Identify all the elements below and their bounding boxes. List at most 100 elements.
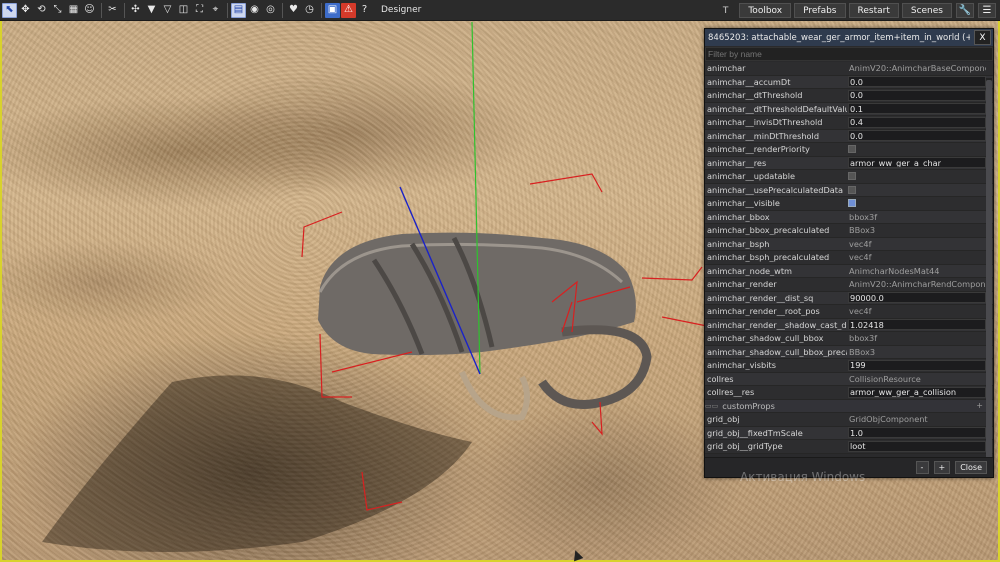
restart-button[interactable]: Restart: [848, 3, 899, 18]
entity-properties-panel: 8465203: attachable_wear_ger_armor_item+…: [704, 28, 994, 478]
clock-icon[interactable]: ◷: [302, 3, 317, 18]
frame-icon[interactable]: ⛶: [192, 3, 207, 18]
wrench-icon[interactable]: 🔧: [956, 3, 974, 18]
close-button[interactable]: Close: [955, 461, 987, 474]
property-row[interactable]: animchar__visible: [705, 197, 993, 211]
property-value-input[interactable]: loot: [848, 440, 986, 452]
toolbar-separator: [227, 2, 228, 18]
scrollbar-thumb[interactable]: [986, 80, 992, 470]
property-row[interactable]: animchar_shadow_cull_bbox_precalc BBox3: [705, 345, 993, 359]
property-row[interactable]: animchar__invisDtThreshold 0.4: [705, 116, 993, 130]
eye-alt-icon[interactable]: ◎: [263, 3, 278, 18]
warning-icon[interactable]: ⚠: [341, 2, 356, 18]
property-row[interactable]: animchar__accumDt 0.0: [705, 75, 993, 89]
property-row[interactable]: ▭▭ customProps +: [705, 399, 993, 413]
section-label: customProps: [722, 400, 775, 411]
property-value-input[interactable]: 1.02418: [848, 319, 986, 331]
property-row[interactable]: animchar_visbits 199: [705, 359, 993, 373]
grid-icon[interactable]: ▦: [66, 3, 81, 18]
section-toggle-icon[interactable]: ▭▭: [705, 402, 718, 410]
panel-scrollbar[interactable]: [986, 78, 992, 474]
property-row[interactable]: grid_obj__fixedTmScale 1.0: [705, 426, 993, 440]
add-prop-button[interactable]: +: [976, 401, 983, 410]
armor-strap: [538, 325, 652, 409]
property-value-input[interactable]: 0.0: [848, 130, 986, 142]
eye-icon[interactable]: ◉: [247, 3, 262, 18]
property-row[interactable]: animchar_render AnimV20::AnimcharRendComp…: [705, 278, 993, 292]
property-value: AnimV20::AnimcharBaseComponent: [849, 63, 986, 74]
property-value-input[interactable]: 0.0: [848, 76, 986, 88]
toolbar-separator: [101, 2, 102, 18]
property-row[interactable]: grid_obj__gridType loot: [705, 440, 993, 454]
armor-leather-strap: [459, 370, 530, 421]
property-row[interactable]: animchar_bbox bbox3f: [705, 210, 993, 224]
property-name: grid_obj__fixedTmScale: [707, 427, 803, 438]
help-icon[interactable]: ?: [357, 3, 372, 18]
property-row[interactable]: animchar_bsph vec4f: [705, 237, 993, 251]
property-row[interactable]: animchar_node_wtm AnimcharNodesMat44: [705, 264, 993, 278]
property-row[interactable]: animchar AnimV20::AnimcharBaseComponent: [705, 62, 993, 76]
property-list: animchar AnimV20::AnimcharBaseComponent an…: [705, 62, 993, 460]
property-name: animchar__invisDtThreshold: [707, 117, 823, 128]
menu-icon[interactable]: ☰: [978, 3, 996, 18]
toolbox-button[interactable]: Toolbox: [739, 3, 792, 18]
property-value-input[interactable]: 0.0: [848, 89, 986, 101]
property-row[interactable]: grid_obj GridObjComponent: [705, 413, 993, 427]
page-icon[interactable]: ▤: [231, 2, 246, 18]
target-icon[interactable]: ⌖: [208, 3, 223, 18]
rotate-icon[interactable]: ⟲: [34, 3, 49, 18]
property-row[interactable]: animchar__updatable: [705, 170, 993, 184]
property-checkbox[interactable]: [848, 185, 856, 194]
panel-title-bar[interactable]: 8465203: attachable_wear_ger_armor_item+…: [705, 29, 993, 46]
heart-icon[interactable]: ♥: [286, 3, 301, 18]
property-value-input[interactable]: 199: [848, 359, 986, 371]
snap-icon[interactable]: ✣: [128, 3, 143, 18]
property-row[interactable]: animchar__minDtThreshold 0.0: [705, 129, 993, 143]
scale-icon[interactable]: ⤡: [50, 3, 65, 18]
property-checkbox[interactable]: [848, 199, 856, 208]
property-value: BBox3: [849, 346, 876, 357]
property-value-input[interactable]: armor_ww_ger_a_collision: [848, 386, 986, 398]
property-value: bbox3f: [849, 211, 878, 222]
prefabs-button[interactable]: Prefabs: [794, 3, 846, 18]
triangle-icon[interactable]: ▼: [144, 3, 159, 18]
move-icon[interactable]: ✥: [18, 3, 33, 18]
add-button[interactable]: +: [933, 461, 951, 474]
columns-icon[interactable]: ◫: [176, 3, 191, 18]
close-panel-button[interactable]: X: [974, 30, 991, 45]
pointer-select-icon[interactable]: ⬉: [2, 2, 17, 18]
property-value: vec4f: [849, 306, 872, 317]
filter-input[interactable]: [705, 47, 993, 61]
windows-activation-watermark: Активация Windows: [740, 470, 866, 484]
property-row[interactable]: animchar_bsph_precalculated vec4f: [705, 251, 993, 265]
property-row[interactable]: animchar__dtThreshold 0.0: [705, 89, 993, 103]
property-row[interactable]: animchar__dtThresholdDefaultValue 0.1: [705, 102, 993, 116]
property-row[interactable]: animchar__renderPriority: [705, 143, 993, 157]
property-row[interactable]: animchar_render__shadow_cast_dist 1.02418: [705, 318, 993, 332]
property-row[interactable]: animchar_shadow_cull_bbox bbox3f: [705, 332, 993, 346]
property-row[interactable]: collres__res armor_ww_ger_a_collision: [705, 386, 993, 400]
cut-icon[interactable]: ✂: [105, 3, 120, 18]
property-name: animchar_node_wtm: [707, 265, 793, 276]
property-checkbox[interactable]: [848, 145, 856, 154]
remove-button[interactable]: -: [915, 461, 929, 474]
property-row[interactable]: animchar__usePrecalculatedData: [705, 183, 993, 197]
property-value-input[interactable]: 0.1: [848, 103, 986, 115]
toolbar-separator: [321, 2, 322, 18]
property-row[interactable]: animchar_render__dist_sq 90000.0: [705, 291, 993, 305]
property-row[interactable]: animchar_bbox_precalculated BBox3: [705, 224, 993, 238]
property-value-input[interactable]: 90000.0: [848, 292, 986, 304]
triangle-outline-icon[interactable]: ▽: [160, 3, 175, 18]
property-row[interactable]: animchar_render__root_pos vec4f: [705, 305, 993, 319]
property-value-input[interactable]: armor_ww_ger_a_char: [848, 157, 986, 169]
scenes-button[interactable]: Scenes: [901, 3, 952, 18]
property-value-input[interactable]: 0.4: [848, 116, 986, 128]
property-name: animchar_render: [707, 279, 777, 290]
face-icon[interactable]: ☺: [82, 3, 97, 18]
save-icon[interactable]: ▣: [325, 2, 340, 18]
property-row[interactable]: animchar__res armor_ww_ger_a_char: [705, 156, 993, 170]
property-checkbox[interactable]: [848, 172, 856, 181]
property-value-input[interactable]: 1.0: [848, 427, 986, 439]
property-row[interactable]: collres CollisionResource: [705, 372, 993, 386]
mode-dropdown[interactable]: Designer: [381, 5, 421, 15]
